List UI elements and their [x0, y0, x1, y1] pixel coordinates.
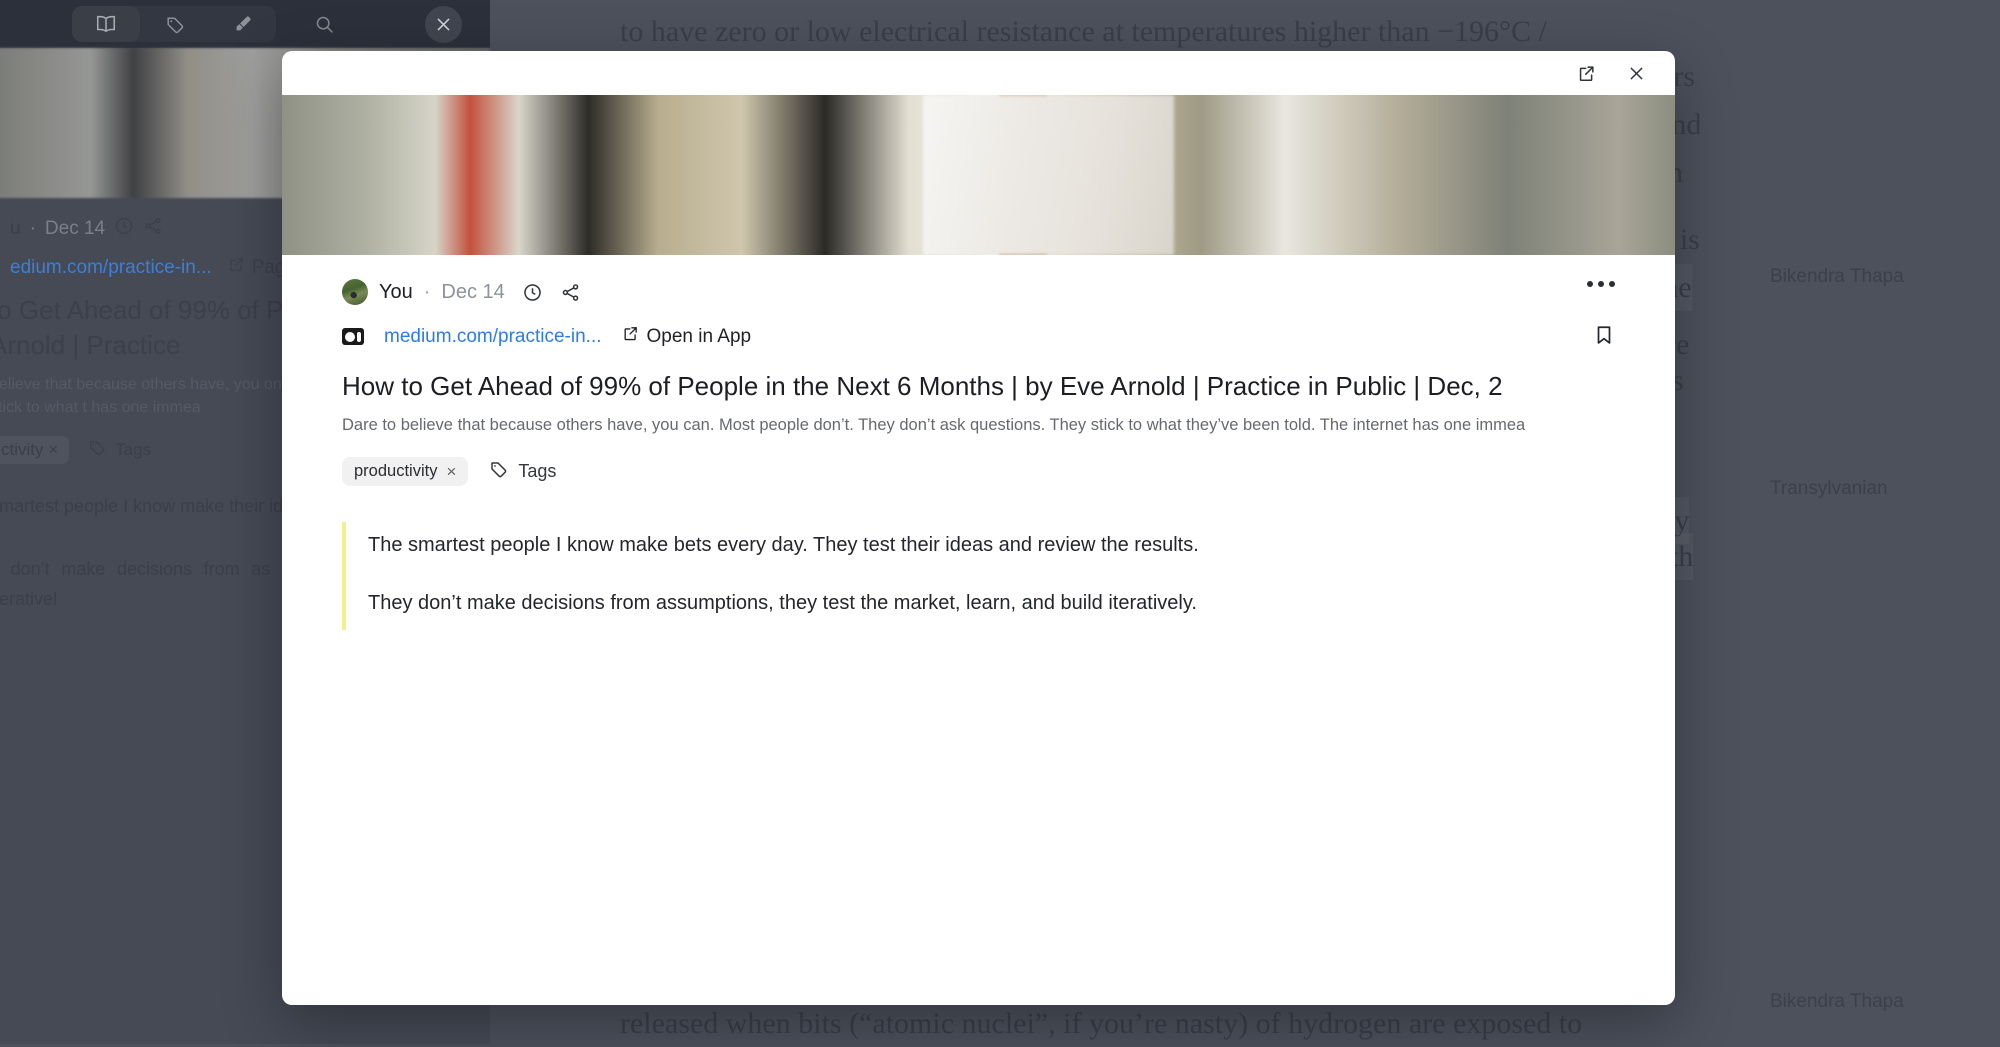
highlighter-icon[interactable] — [208, 6, 276, 42]
open-in-app-label: Open in App — [647, 326, 752, 348]
tag-chip-productivity[interactable]: productivity × — [342, 457, 468, 486]
background-date: Dec 14 — [45, 218, 105, 240]
meta-separator: · — [424, 281, 431, 304]
close-icon[interactable] — [1623, 60, 1649, 86]
more-dot — [1587, 281, 1593, 287]
share-icon[interactable] — [560, 282, 581, 303]
background-tag-chip: ctivity × — [0, 436, 69, 464]
article-detail-modal: You · Dec 14 medium.c — [282, 51, 1675, 1005]
margin-note: Transylvanian — [1770, 474, 1888, 504]
bookmark-icon[interactable] — [1593, 323, 1615, 353]
search-icon[interactable] — [290, 6, 358, 42]
clock-icon[interactable] — [522, 282, 543, 303]
open-in-app-button[interactable]: Open in App — [622, 325, 752, 348]
external-link-icon — [622, 325, 639, 348]
more-options-button[interactable] — [1587, 281, 1615, 287]
source-url-row: medium.com/practice-in... Open in App — [342, 325, 1615, 348]
clock-icon — [114, 216, 134, 242]
share-icon — [143, 216, 163, 242]
book-icon[interactable] — [72, 6, 140, 42]
background-url-link: edium.com/practice-in... — [10, 257, 212, 279]
article-description: Dare to believe that because others have… — [342, 414, 1557, 437]
source-url-link[interactable]: medium.com/practice-in... — [384, 326, 602, 348]
background-toolbar-pill — [72, 6, 276, 42]
external-link-icon — [228, 256, 245, 279]
hero-image — [282, 95, 1675, 255]
background-tags-label: Tags — [115, 440, 151, 460]
medium-favicon — [342, 328, 364, 345]
add-tag-button[interactable]: Tags — [488, 459, 556, 484]
highlight-item[interactable]: They don’t make decisions from assumptio… — [368, 588, 1615, 618]
avatar — [342, 279, 368, 305]
highlight-item[interactable]: The smartest people I know make bets eve… — [368, 530, 1615, 560]
article-title: How to Get Ahead of 99% of People in the… — [342, 370, 1615, 404]
saved-date: Dec 14 — [441, 281, 504, 304]
tag-label: productivity — [354, 462, 437, 481]
background-author: u — [10, 218, 21, 240]
hero-image-detail — [987, 117, 1059, 165]
author-meta-row: You · Dec 14 — [342, 279, 1615, 305]
modal-topbar — [282, 51, 1675, 95]
open-external-icon[interactable] — [1573, 60, 1599, 86]
background-tag-label: ctivity — [1, 440, 44, 459]
modal-body: You · Dec 14 medium.c — [282, 255, 1675, 630]
tag-icon — [488, 459, 508, 484]
author-name: You — [379, 281, 413, 304]
add-tag-label: Tags — [518, 461, 556, 482]
hero-image-detail — [999, 95, 1046, 255]
more-dot — [1598, 281, 1604, 287]
background-article-line: released when bits (“atomic nuclei”, if … — [620, 1000, 1582, 1047]
background-close-button[interactable] — [425, 6, 462, 43]
more-dot — [1609, 281, 1615, 287]
background-separator: · — [30, 218, 36, 240]
tag-icon — [87, 438, 106, 462]
highlights-block: The smartest people I know make bets eve… — [342, 522, 1615, 630]
background-tag-remove: × — [48, 440, 58, 459]
tag-remove-icon[interactable]: × — [446, 463, 456, 480]
tags-row: productivity × Tags — [342, 457, 1615, 486]
background-toolbar — [0, 0, 490, 48]
margin-note: Bikendra Thapa — [1770, 262, 1904, 292]
tag-icon[interactable] — [140, 6, 208, 42]
margin-note: Bikendra Thapa — [1770, 987, 1904, 1017]
background-article-line: to have zero or low electrical resistanc… — [620, 8, 1547, 55]
